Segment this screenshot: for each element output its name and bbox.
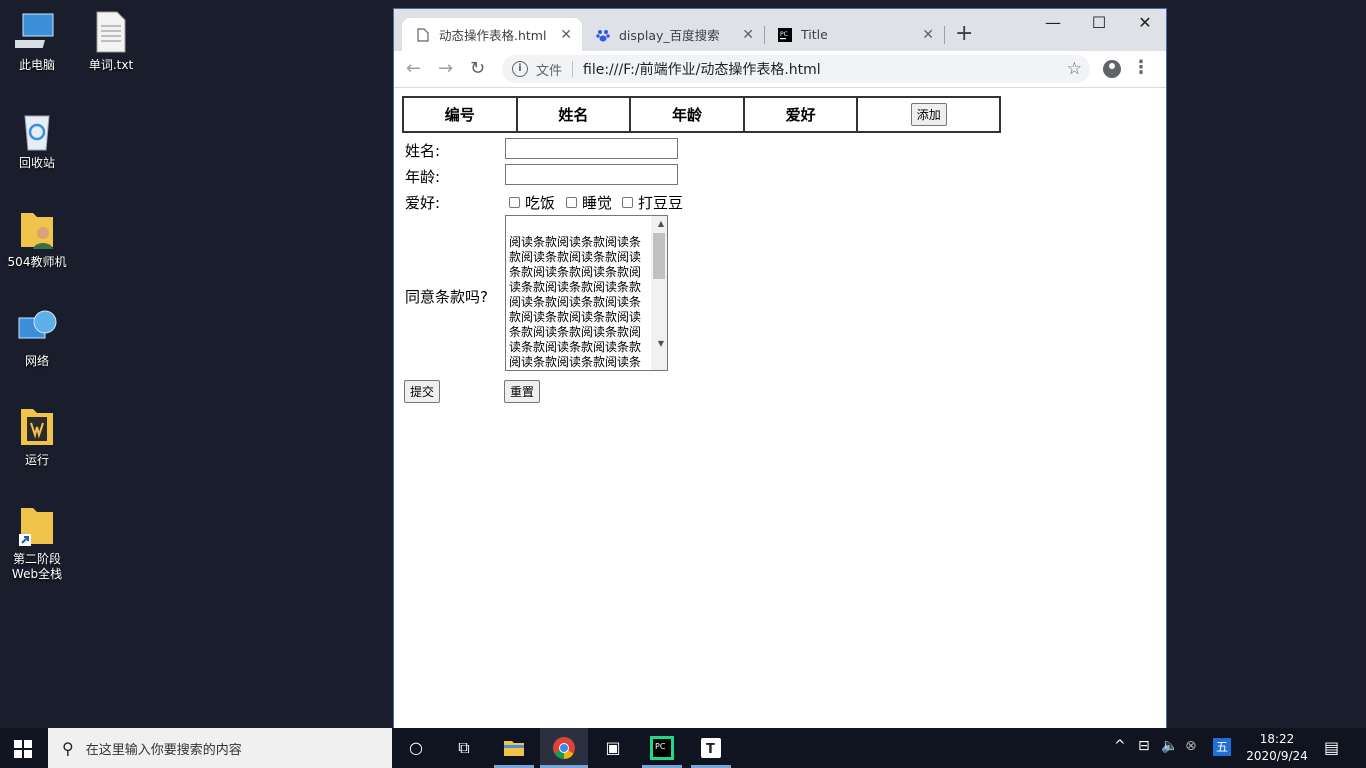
browser-toolbar: ← → ↻ i 文件 file:///F:/前端作业/动态操作表格.html ☆… bbox=[394, 51, 1166, 88]
bookmark-star-icon[interactable]: ☆ bbox=[1067, 59, 1082, 79]
terms-label: 同意条款吗? bbox=[405, 288, 488, 306]
reload-icon[interactable]: ↻ bbox=[470, 58, 485, 79]
reset-button[interactable]: 重置 bbox=[504, 380, 541, 403]
network-tray-icon[interactable]: ⊟ bbox=[1138, 738, 1150, 754]
network-icon bbox=[15, 306, 59, 350]
data-table: 编号 姓名 年龄 爱好 添加 bbox=[402, 96, 1001, 133]
svg-text:PC: PC bbox=[780, 31, 788, 38]
terms-text: 阅读条款阅读条款阅读条款阅读条款阅读条款阅读条款阅读条款阅读条款阅读条款阅读条款… bbox=[509, 235, 642, 369]
task-view-icon[interactable]: ⧉ bbox=[452, 736, 476, 760]
age-label: 年龄: bbox=[405, 168, 441, 186]
minimize-button[interactable]: — bbox=[1030, 13, 1076, 32]
pycharm-icon: PC bbox=[778, 27, 792, 42]
scroll-down-icon[interactable]: ▼ bbox=[658, 339, 664, 348]
desktop-icon-recycle-bin[interactable]: 回收站 bbox=[2, 108, 72, 171]
typora-icon[interactable]: T bbox=[699, 736, 723, 760]
desktop-icon-504-teacher[interactable]: 504教师机 bbox=[2, 207, 72, 270]
hobby-eat-checkbox[interactable]: 吃饭 bbox=[509, 192, 555, 213]
tab-title[interactable]: PC Title ✕ bbox=[764, 18, 944, 51]
status-cross-icon[interactable]: ⊗ bbox=[1185, 738, 1197, 754]
terms-textarea[interactable]: 阅读条款阅读条款阅读条款阅读条款阅读条款阅读条款阅读条款阅读条款阅读条款阅读条款… bbox=[505, 215, 668, 371]
url-text: file:///F:/前端作业/动态操作表格.html bbox=[583, 62, 821, 78]
search-icon: ⚲ bbox=[62, 738, 74, 758]
tab-dynamic-table[interactable]: 动态操作表格.html ✕ bbox=[402, 18, 582, 51]
hobby-label: 爱好: bbox=[405, 194, 441, 212]
cortana-icon[interactable]: ○ bbox=[404, 736, 428, 760]
close-icon[interactable]: ✕ bbox=[560, 27, 572, 43]
new-tab-button[interactable]: + bbox=[955, 21, 973, 46]
tray-expand-icon[interactable]: ^ bbox=[1114, 738, 1126, 754]
account-icon[interactable] bbox=[1103, 60, 1121, 78]
scroll-up-icon[interactable]: ▲ bbox=[658, 219, 664, 228]
terms-scrollbar[interactable]: ▲ ▼ bbox=[651, 216, 667, 370]
header-name: 姓名 bbox=[515, 96, 632, 133]
start-button[interactable] bbox=[14, 740, 32, 758]
back-icon[interactable]: ← bbox=[406, 58, 421, 79]
age-input[interactable] bbox=[505, 164, 678, 185]
taskbar-search[interactable]: ⚲ 在这里输入你要搜索的内容 bbox=[48, 728, 392, 768]
maximize-button[interactable]: ☐ bbox=[1076, 13, 1122, 32]
recycle-bin-icon bbox=[15, 108, 59, 152]
pycharm-taskbar-icon[interactable]: PC bbox=[650, 736, 674, 760]
name-label: 姓名: bbox=[405, 142, 441, 160]
volume-icon[interactable]: 🔈 bbox=[1161, 738, 1178, 754]
hobby-beat-checkbox[interactable]: 打豆豆 bbox=[622, 192, 683, 213]
desktop-icon-web-stack[interactable]: 第二阶段 Web全栈 bbox=[2, 504, 72, 582]
header-id: 编号 bbox=[402, 96, 518, 133]
tab-baidu-search[interactable]: display_百度搜索 ✕ bbox=[582, 18, 764, 51]
header-action: 添加 bbox=[856, 96, 1001, 133]
add-button[interactable]: 添加 bbox=[910, 103, 947, 126]
file-explorer-icon[interactable] bbox=[502, 736, 526, 760]
svg-text:PC: PC bbox=[655, 742, 666, 751]
forward-icon[interactable]: → bbox=[438, 58, 453, 79]
hobby-checkboxes: 吃饭 睡觉 打豆豆 bbox=[509, 192, 709, 212]
baidu-paw-icon bbox=[596, 28, 610, 42]
desktop-icon-this-pc[interactable]: 此电脑 bbox=[2, 10, 72, 73]
tab-strip: 动态操作表格.html ✕ display_百度搜索 ✕ PC Title ✕ … bbox=[394, 9, 1166, 51]
scroll-thumb[interactable] bbox=[653, 233, 665, 279]
close-icon[interactable]: ✕ bbox=[922, 27, 934, 43]
chrome-icon[interactable] bbox=[552, 736, 576, 760]
address-bar[interactable]: i 文件 file:///F:/前端作业/动态操作表格.html bbox=[502, 55, 1090, 83]
table-header-row: 编号 姓名 年龄 爱好 添加 bbox=[402, 96, 1001, 133]
name-input[interactable] bbox=[505, 138, 678, 159]
notifications-icon[interactable]: ▤ bbox=[1324, 738, 1339, 757]
header-hobby: 爱好 bbox=[742, 96, 859, 133]
ime-indicator[interactable]: 五 bbox=[1213, 738, 1231, 756]
computer-icon bbox=[8, 10, 59, 54]
folder-shortcut-icon bbox=[15, 504, 59, 548]
close-window-button[interactable]: ✕ bbox=[1122, 13, 1168, 32]
browser-window: 动态操作表格.html ✕ display_百度搜索 ✕ PC Title ✕ … bbox=[393, 8, 1167, 728]
close-icon[interactable]: ✕ bbox=[742, 27, 754, 43]
video-recorder-icon[interactable]: ▣ bbox=[601, 736, 625, 760]
header-age: 年龄 bbox=[629, 96, 745, 133]
page-content: 编号 姓名 年龄 爱好 添加 姓名: 年龄: 爱好: 吃饭 睡觉 打豆豆 同意条… bbox=[394, 88, 1166, 728]
info-icon[interactable]: i bbox=[512, 61, 528, 77]
text-file-icon bbox=[89, 10, 133, 54]
svg-text:T: T bbox=[706, 742, 715, 757]
user-folder-icon bbox=[15, 207, 59, 251]
taskbar: ⚲ 在这里输入你要搜索的内容 ○ ⧉ ▣ PC T ^ ⊟ 🔈 ⊗ 五 18:2… bbox=[0, 728, 1366, 768]
clock[interactable]: 18:22 2020/9/24 bbox=[1244, 731, 1310, 765]
submit-button[interactable]: 提交 bbox=[404, 380, 441, 403]
run-folder-icon bbox=[15, 405, 59, 449]
desktop-icon-word-txt[interactable]: 单词.txt bbox=[76, 10, 146, 73]
desktop-icon-run[interactable]: 运行 bbox=[2, 405, 72, 468]
desktop-icon-network[interactable]: 网络 bbox=[2, 306, 72, 369]
menu-icon[interactable]: ⋮ bbox=[1132, 57, 1150, 78]
hobby-sleep-checkbox[interactable]: 睡觉 bbox=[566, 192, 612, 213]
page-icon bbox=[416, 27, 430, 42]
